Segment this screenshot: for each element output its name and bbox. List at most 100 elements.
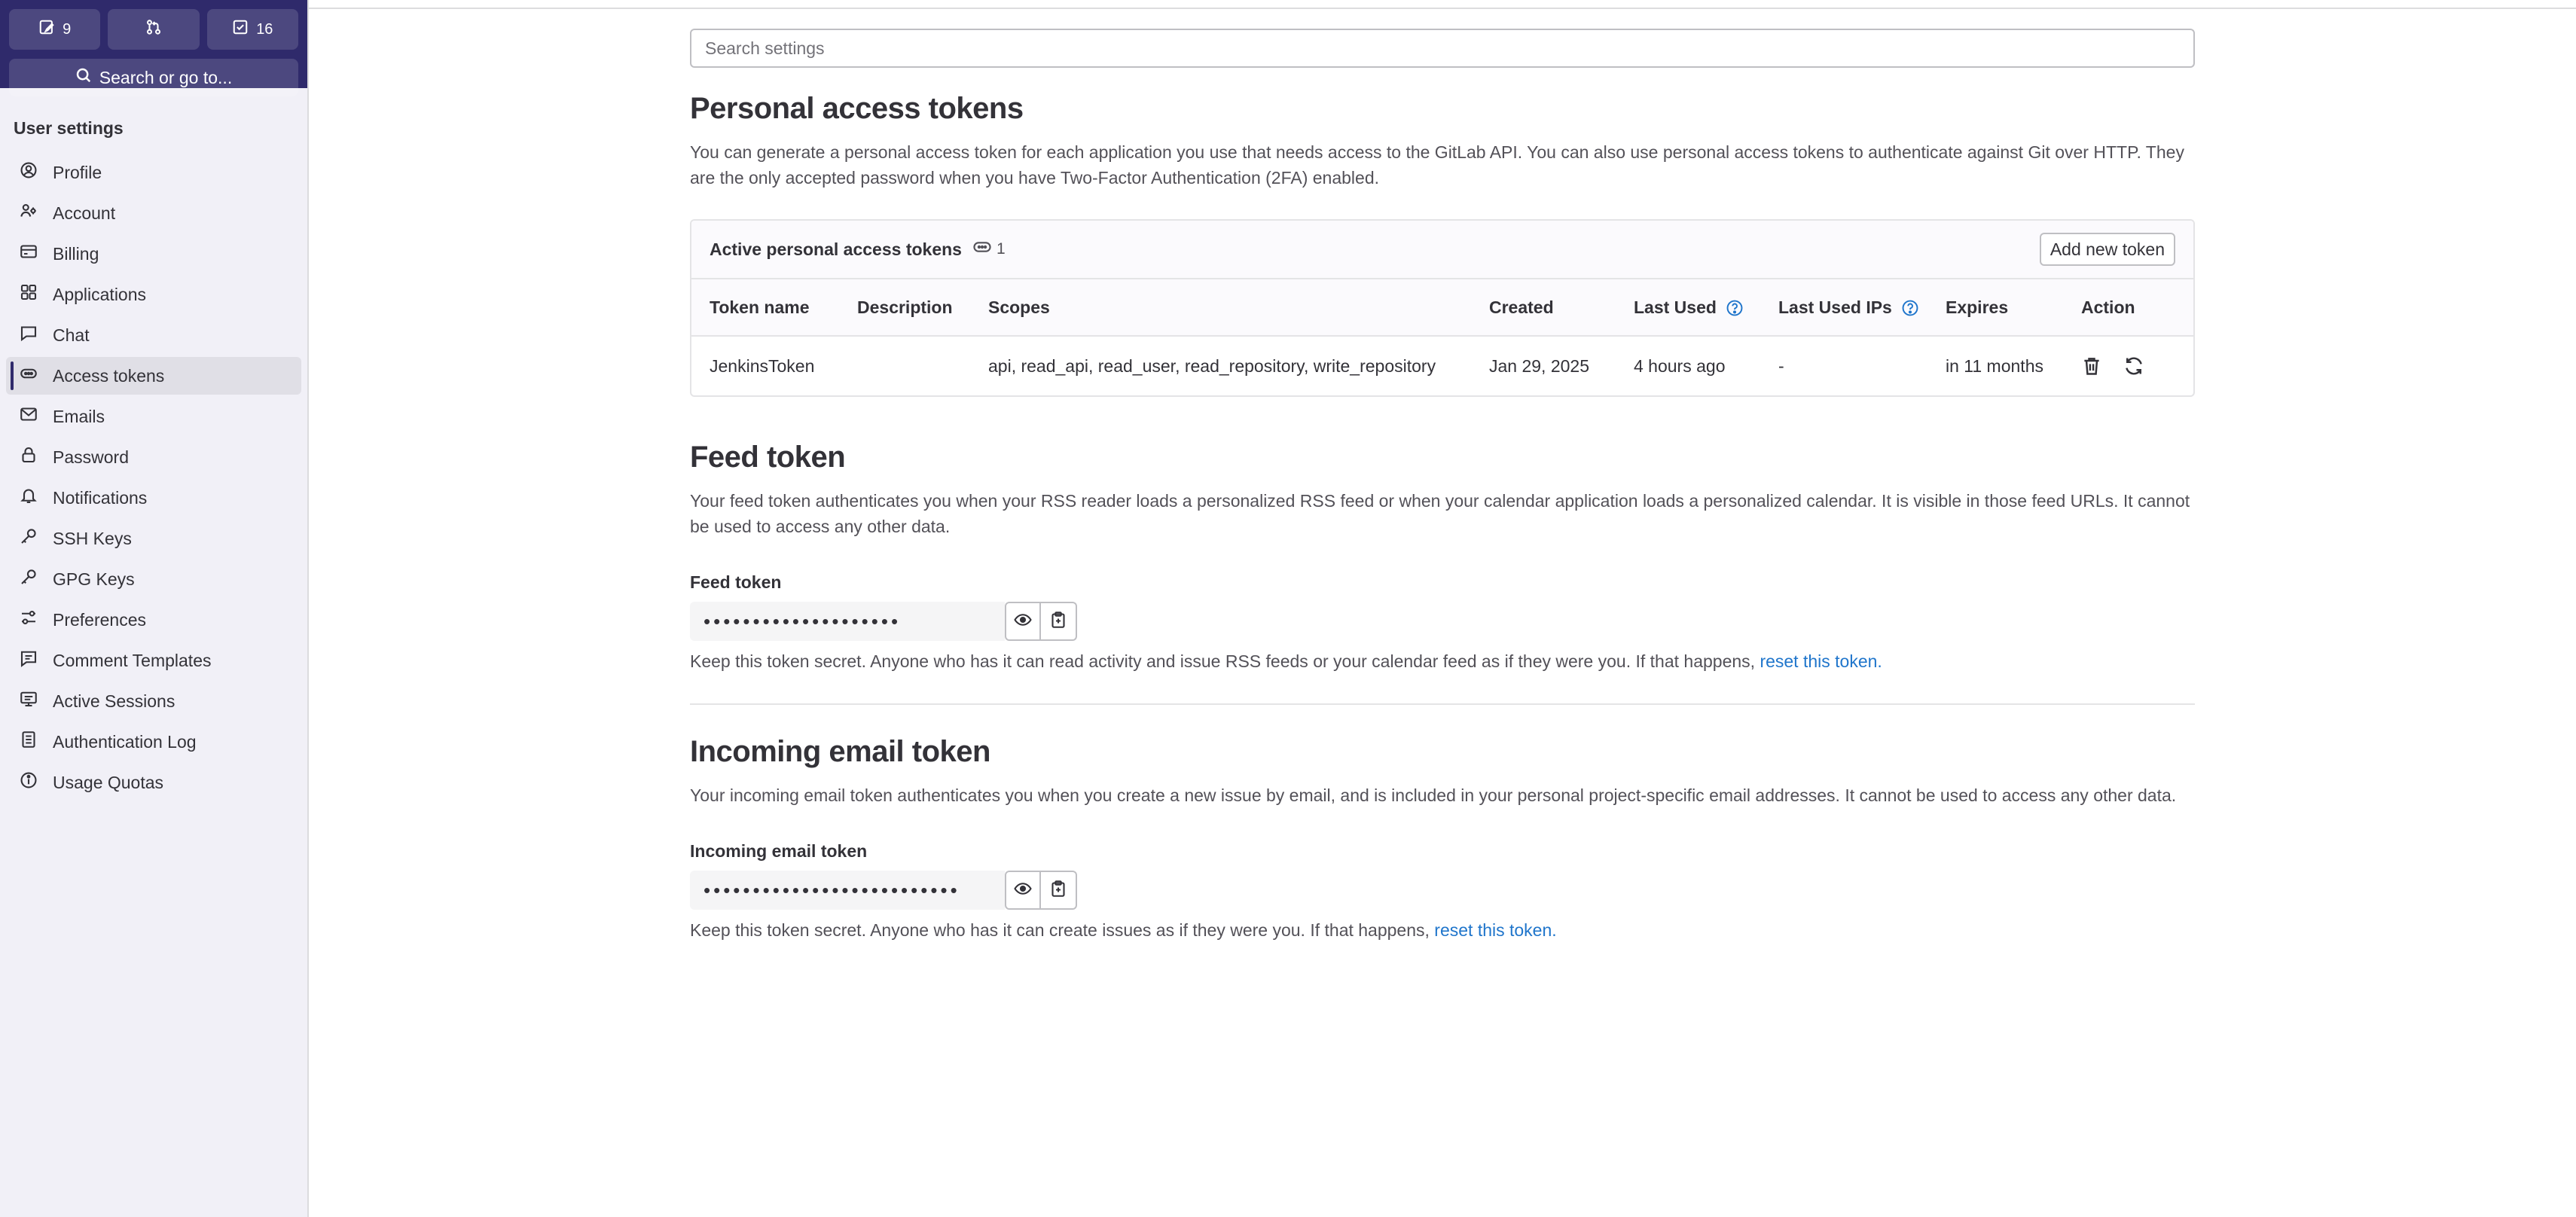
table-row: JenkinsToken api, read_api, read_user, r…: [691, 336, 2193, 395]
copy-feed-token-button[interactable]: [1041, 602, 1077, 641]
trash-icon[interactable]: [2081, 355, 2102, 377]
token-count: 1: [996, 240, 1006, 258]
sidebar-item-access-tokens[interactable]: Access tokens: [6, 357, 301, 395]
search-icon: [75, 67, 92, 88]
token-created-cell: Jan 29, 2025: [1489, 355, 1590, 376]
active-tokens-title-group: Active personal access tokens 1: [710, 237, 1006, 261]
sidebar-item-label: Access tokens: [53, 365, 165, 386]
counter-group: 9 16: [9, 9, 298, 50]
section-divider: [690, 703, 2195, 705]
main-content: Personal access tokens You can generate …: [690, 29, 2195, 941]
sidebar-item-profile[interactable]: Profile: [6, 154, 301, 191]
tokens-table: Token name Description Scopes Created La…: [691, 279, 2193, 395]
incoming-email-token-helper-text: Keep this token secret. Anyone who has i…: [690, 920, 1430, 940]
merge-requests-counter-button[interactable]: [108, 9, 200, 50]
copy-icon: [1049, 880, 1067, 901]
sidebar-item-chat[interactable]: Chat: [6, 316, 301, 354]
comment-icon: [20, 649, 38, 672]
sidebar-header: 9 16 Search or go to...: [0, 0, 307, 96]
todo-icon: [232, 19, 249, 40]
sidebar-item-label: Comment Templates: [53, 650, 212, 670]
sidebar-item-gpg-keys[interactable]: GPG Keys: [6, 560, 301, 598]
reveal-feed-token-button[interactable]: [1005, 602, 1041, 641]
profile-icon: [20, 161, 38, 184]
table-header-row: Token name Description Scopes Created La…: [691, 279, 2193, 337]
sidebar-item-label: Chat: [53, 325, 90, 345]
token-count-badge: 1: [972, 237, 1006, 261]
sidebar-item-label: Profile: [53, 162, 102, 182]
issues-icon: [38, 19, 55, 40]
feed-token-helper-text: Keep this token secret. Anyone who has i…: [690, 651, 1756, 671]
column-header: Description: [839, 279, 970, 337]
column-header: Action: [2063, 279, 2193, 337]
column-header-label: Last Used: [1634, 297, 1717, 317]
pat-description: You can generate a personal access token…: [690, 142, 2184, 188]
key-icon: [20, 568, 38, 590]
sidebar-item-label: Account: [53, 203, 116, 223]
sidebar-item-preferences[interactable]: Preferences: [6, 601, 301, 639]
token-expires-cell: in 11 months: [1946, 355, 2043, 376]
feed-token-field-group: ••••••••••••••••••••: [690, 602, 2195, 641]
sidebar-item-password[interactable]: Password: [6, 438, 301, 476]
copy-incoming-email-token-button[interactable]: [1041, 871, 1077, 910]
sidebar-item-account[interactable]: Account: [6, 194, 301, 232]
issues-counter-button[interactable]: 9: [9, 9, 101, 50]
todos-counter-button[interactable]: 16: [206, 9, 298, 50]
bell-icon: [20, 486, 38, 509]
incoming-email-token-field-group: ••••••••••••••••••••••••••: [690, 871, 2195, 910]
sidebar-nav: Profile Account Billing Applications Cha…: [0, 154, 307, 801]
sidebar-item-label: SSH Keys: [53, 528, 132, 548]
lock-icon: [20, 446, 38, 468]
feed-token-title: Feed token: [690, 441, 846, 474]
column-header: Last Used: [1616, 279, 1760, 337]
sidebar-item-ssh-keys[interactable]: SSH Keys: [6, 520, 301, 557]
sidebar-item-applications[interactable]: Applications: [6, 276, 301, 313]
token-scopes-cell: api, read_api, read_user, read_repositor…: [988, 355, 1436, 376]
feed-token-description: Your feed token authenticates you when y…: [690, 491, 2190, 536]
quota-icon: [20, 771, 38, 794]
log-icon: [20, 731, 38, 753]
feed-token-helper: Keep this token secret. Anyone who has i…: [690, 651, 2195, 672]
sidebar-item-billing[interactable]: Billing: [6, 235, 301, 273]
merge-request-icon: [145, 19, 162, 40]
copy-icon: [1049, 611, 1067, 633]
token-icon: [972, 237, 992, 261]
issues-count: 9: [63, 20, 72, 38]
sidebar-item-label: Password: [53, 447, 129, 467]
token-action-cell: [2063, 336, 2193, 395]
incoming-email-token-field[interactable]: ••••••••••••••••••••••••••: [690, 871, 1005, 910]
preferences-icon: [20, 608, 38, 631]
column-header: Token name: [691, 279, 839, 337]
rotate-icon[interactable]: [2123, 355, 2144, 377]
reset-feed-token-link[interactable]: reset this token.: [1760, 651, 1882, 671]
incoming-email-token-description: Your incoming email token authenticates …: [690, 785, 2177, 805]
monitor-icon: [20, 690, 38, 712]
sidebar-item-label: Preferences: [53, 609, 147, 630]
sidebar: 9 16 Search or go to... User settings Pr…: [0, 0, 309, 1217]
reset-incoming-email-token-link[interactable]: reset this token.: [1434, 920, 1556, 940]
help-icon[interactable]: [1901, 299, 1919, 317]
add-new-token-button[interactable]: Add new token: [2039, 233, 2175, 266]
search-settings-input[interactable]: [690, 29, 2195, 68]
sidebar-item-label: Usage Quotas: [53, 772, 164, 792]
feed-token-label: Feed token: [690, 572, 782, 592]
todos-count: 16: [256, 20, 273, 38]
reveal-incoming-email-token-button[interactable]: [1005, 871, 1041, 910]
column-header: Created: [1471, 279, 1616, 337]
sidebar-item-usage-quotas[interactable]: Usage Quotas: [6, 764, 301, 801]
feed-token-field[interactable]: ••••••••••••••••••••: [690, 602, 1005, 641]
sidebar-item-active-sessions[interactable]: Active Sessions: [6, 682, 301, 720]
sidebar-item-emails[interactable]: Emails: [6, 398, 301, 435]
help-icon[interactable]: [1726, 299, 1744, 317]
sidebar-item-label: GPG Keys: [53, 569, 135, 589]
sidebar-item-label: Notifications: [53, 487, 148, 508]
billing-icon: [20, 242, 38, 265]
sidebar-item-authentication-log[interactable]: Authentication Log: [6, 723, 301, 761]
search-or-go-to-button[interactable]: Search or go to...: [9, 59, 298, 96]
sidebar-item-notifications[interactable]: Notifications: [6, 479, 301, 517]
token-last-used-ips-cell: -: [1778, 355, 1784, 376]
column-header: Expires: [1927, 279, 2063, 337]
sidebar-item-label: Authentication Log: [53, 731, 197, 752]
sidebar-item-comment-templates[interactable]: Comment Templates: [6, 642, 301, 679]
sidebar-heading: User settings: [14, 118, 124, 138]
